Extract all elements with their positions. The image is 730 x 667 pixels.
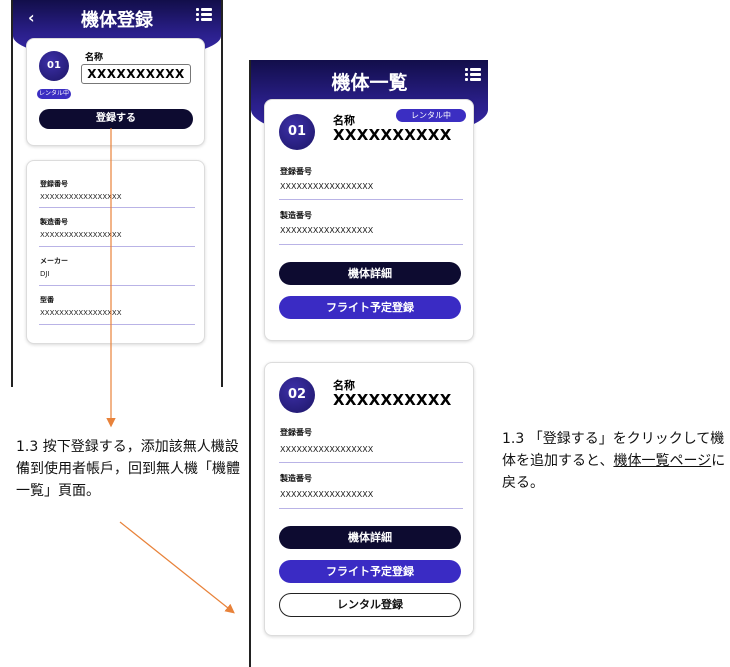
- annotation-arrows: [106, 128, 235, 614]
- note-link: 機体一覧ページ: [613, 453, 712, 469]
- arrow-diagonal: [119, 521, 235, 614]
- annotation-note-right: 1.3 「登録する」をクリックして機体を追加すると、機体一覧ページに戻る。: [502, 428, 728, 494]
- annotation-note-left: 1.3 按下登録する，添加該無人機設備到使用者帳戶，回到無人機「機體一覧」頁面。: [16, 439, 240, 499]
